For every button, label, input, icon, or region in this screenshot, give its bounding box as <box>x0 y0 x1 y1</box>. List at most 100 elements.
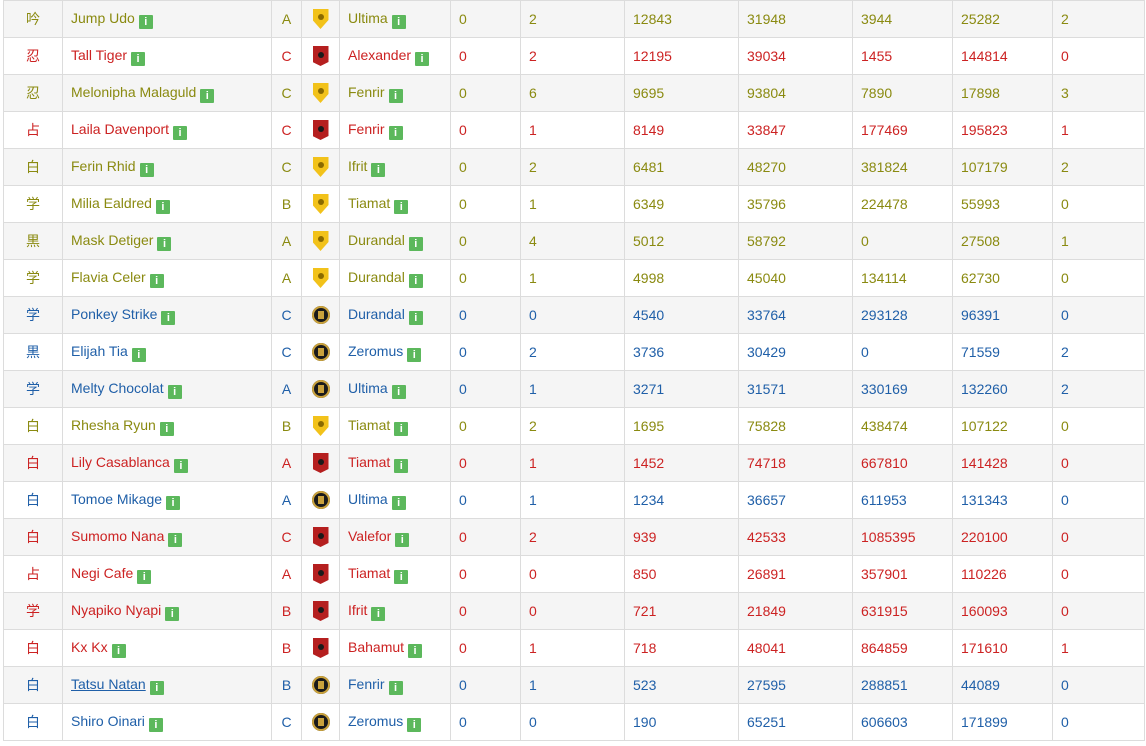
info-icon[interactable]: i <box>408 643 423 658</box>
grand-company-icon <box>301 407 340 445</box>
info-icon[interactable]: i <box>371 606 386 621</box>
info-icon[interactable]: i <box>138 14 153 29</box>
stat-cell-v3: 12843 <box>624 0 739 38</box>
info-icon[interactable]: i <box>395 532 410 547</box>
info-icon[interactable]: i <box>394 569 409 584</box>
info-icon[interactable]: i <box>139 162 154 177</box>
info-icon[interactable]: i <box>394 199 409 214</box>
info-icon[interactable]: i <box>391 384 406 399</box>
stat-cell-v5: 0 <box>852 333 953 371</box>
world-cell: Fenrir i <box>339 111 451 149</box>
info-icon[interactable]: i <box>165 606 180 621</box>
grand-company-flames-icon <box>311 343 330 362</box>
player-name-link[interactable]: Milia Ealdred <box>71 195 152 211</box>
stat-cell-v5: 0 <box>852 222 953 260</box>
rank-cell: C <box>271 296 302 334</box>
player-name-link[interactable]: Laila Davenport <box>71 121 169 137</box>
player-name-link[interactable]: Negi Cafe <box>71 565 133 581</box>
info-icon[interactable]: i <box>371 162 386 177</box>
player-name-link[interactable]: Jump Udo <box>71 10 135 26</box>
table-row: 学 Melty Chocolat i A Ultima i 0 1 3271 31571 33016… <box>3 370 1145 408</box>
stat-cell-v6: 131343 <box>952 481 1053 519</box>
info-icon[interactable]: i <box>159 421 174 436</box>
player-name-link[interactable]: Melonipha Malaguld <box>71 84 196 100</box>
grand-company-icon <box>301 0 340 38</box>
stat-cell-v7: 0 <box>1052 185 1145 223</box>
job-icon: 学 <box>3 259 63 297</box>
grand-company-maelstrom-icon <box>312 527 329 547</box>
world-cell: Ifrit i <box>339 148 451 186</box>
stat-cell-v2: 2 <box>520 407 625 445</box>
info-icon[interactable]: i <box>149 273 164 288</box>
stat-cell-v1: 0 <box>450 222 521 260</box>
rank-cell: A <box>271 481 302 519</box>
info-icon[interactable]: i <box>408 310 423 325</box>
stat-cell-v4: 36657 <box>738 481 853 519</box>
player-name-link[interactable]: Ferin Rhid <box>71 158 136 174</box>
stat-cell-v6: 132260 <box>952 370 1053 408</box>
info-icon[interactable]: i <box>394 458 409 473</box>
world-name: Fenrir <box>348 83 385 100</box>
player-name-link[interactable]: Kx Kx <box>71 639 108 655</box>
grand-company-icon <box>301 222 340 260</box>
info-icon[interactable]: i <box>391 495 406 510</box>
player-name-link[interactable]: Tall Tiger <box>71 47 127 63</box>
player-name-link[interactable]: Melty Chocolat <box>71 380 164 396</box>
grand-company-flames-icon <box>311 676 330 695</box>
player-name-link[interactable]: Flavia Celer <box>71 269 146 285</box>
stat-cell-v6: 71559 <box>952 333 1053 371</box>
player-name-link[interactable]: Tatsu Natan <box>71 676 146 692</box>
info-icon[interactable]: i <box>388 125 403 140</box>
world-name: Alexander <box>348 46 412 63</box>
info-icon[interactable]: i <box>168 532 183 547</box>
info-icon[interactable]: i <box>111 643 126 658</box>
info-icon[interactable]: i <box>388 88 403 103</box>
info-icon[interactable]: i <box>415 51 430 66</box>
player-name-link[interactable]: Sumomo Nana <box>71 528 164 544</box>
info-icon[interactable]: i <box>173 125 188 140</box>
info-icon[interactable]: i <box>200 88 215 103</box>
info-icon[interactable]: i <box>167 384 182 399</box>
player-name-cell: Shiro Oinari i <box>62 703 272 741</box>
info-icon[interactable]: i <box>161 310 176 325</box>
world-name: Durandal <box>348 231 405 248</box>
grand-company-icon <box>301 333 340 371</box>
player-name-link[interactable]: Elijah Tia <box>71 343 128 359</box>
info-icon[interactable]: i <box>131 51 146 66</box>
info-icon[interactable]: i <box>407 717 422 732</box>
info-icon[interactable]: i <box>148 717 163 732</box>
info-icon[interactable]: i <box>149 680 164 695</box>
player-name-link[interactable]: Ponkey Strike <box>71 306 157 322</box>
table-row: 学 Ponkey Strike i C Durandal i 0 0 4540 33764 2931… <box>3 296 1145 334</box>
stat-cell-v7: 0 <box>1052 407 1145 445</box>
table-row: 学 Nyapiko Nyapi i B Ifrit i 0 0 721 21849 631915 16… <box>3 592 1145 630</box>
info-icon[interactable]: i <box>408 273 423 288</box>
info-icon[interactable]: i <box>408 236 423 251</box>
stat-cell-v7: 3 <box>1052 74 1145 112</box>
job-icon: 白 <box>3 407 63 445</box>
stat-cell-v3: 190 <box>624 703 739 741</box>
stat-cell-v3: 3271 <box>624 370 739 408</box>
info-icon[interactable]: i <box>391 14 406 29</box>
ranking-table: 吟 Jump Udo i A Ultima i 0 2 12843 31948 3944 25282 2… <box>3 0 1145 741</box>
player-name-link[interactable]: Mask Detiger <box>71 232 153 248</box>
stat-cell-v3: 1452 <box>624 444 739 482</box>
info-icon[interactable]: i <box>388 680 403 695</box>
stat-cell-v4: 31571 <box>738 370 853 408</box>
info-icon[interactable]: i <box>157 236 172 251</box>
info-icon[interactable]: i <box>131 347 146 362</box>
grand-company-maelstrom-icon <box>312 46 329 66</box>
info-icon[interactable]: i <box>407 347 422 362</box>
player-name-link[interactable]: Lily Casablanca <box>71 454 170 470</box>
player-name-link[interactable]: Nyapiko Nyapi <box>71 602 161 618</box>
player-name-link[interactable]: Rhesha Ryun <box>71 417 156 433</box>
world-name: Durandal <box>348 268 405 285</box>
info-icon[interactable]: i <box>137 569 152 584</box>
world-name: Fenrir <box>348 120 385 137</box>
player-name-link[interactable]: Shiro Oinari <box>71 713 145 729</box>
player-name-link[interactable]: Tomoe Mikage <box>71 491 162 507</box>
info-icon[interactable]: i <box>394 421 409 436</box>
info-icon[interactable]: i <box>166 495 181 510</box>
info-icon[interactable]: i <box>173 458 188 473</box>
info-icon[interactable]: i <box>155 199 170 214</box>
